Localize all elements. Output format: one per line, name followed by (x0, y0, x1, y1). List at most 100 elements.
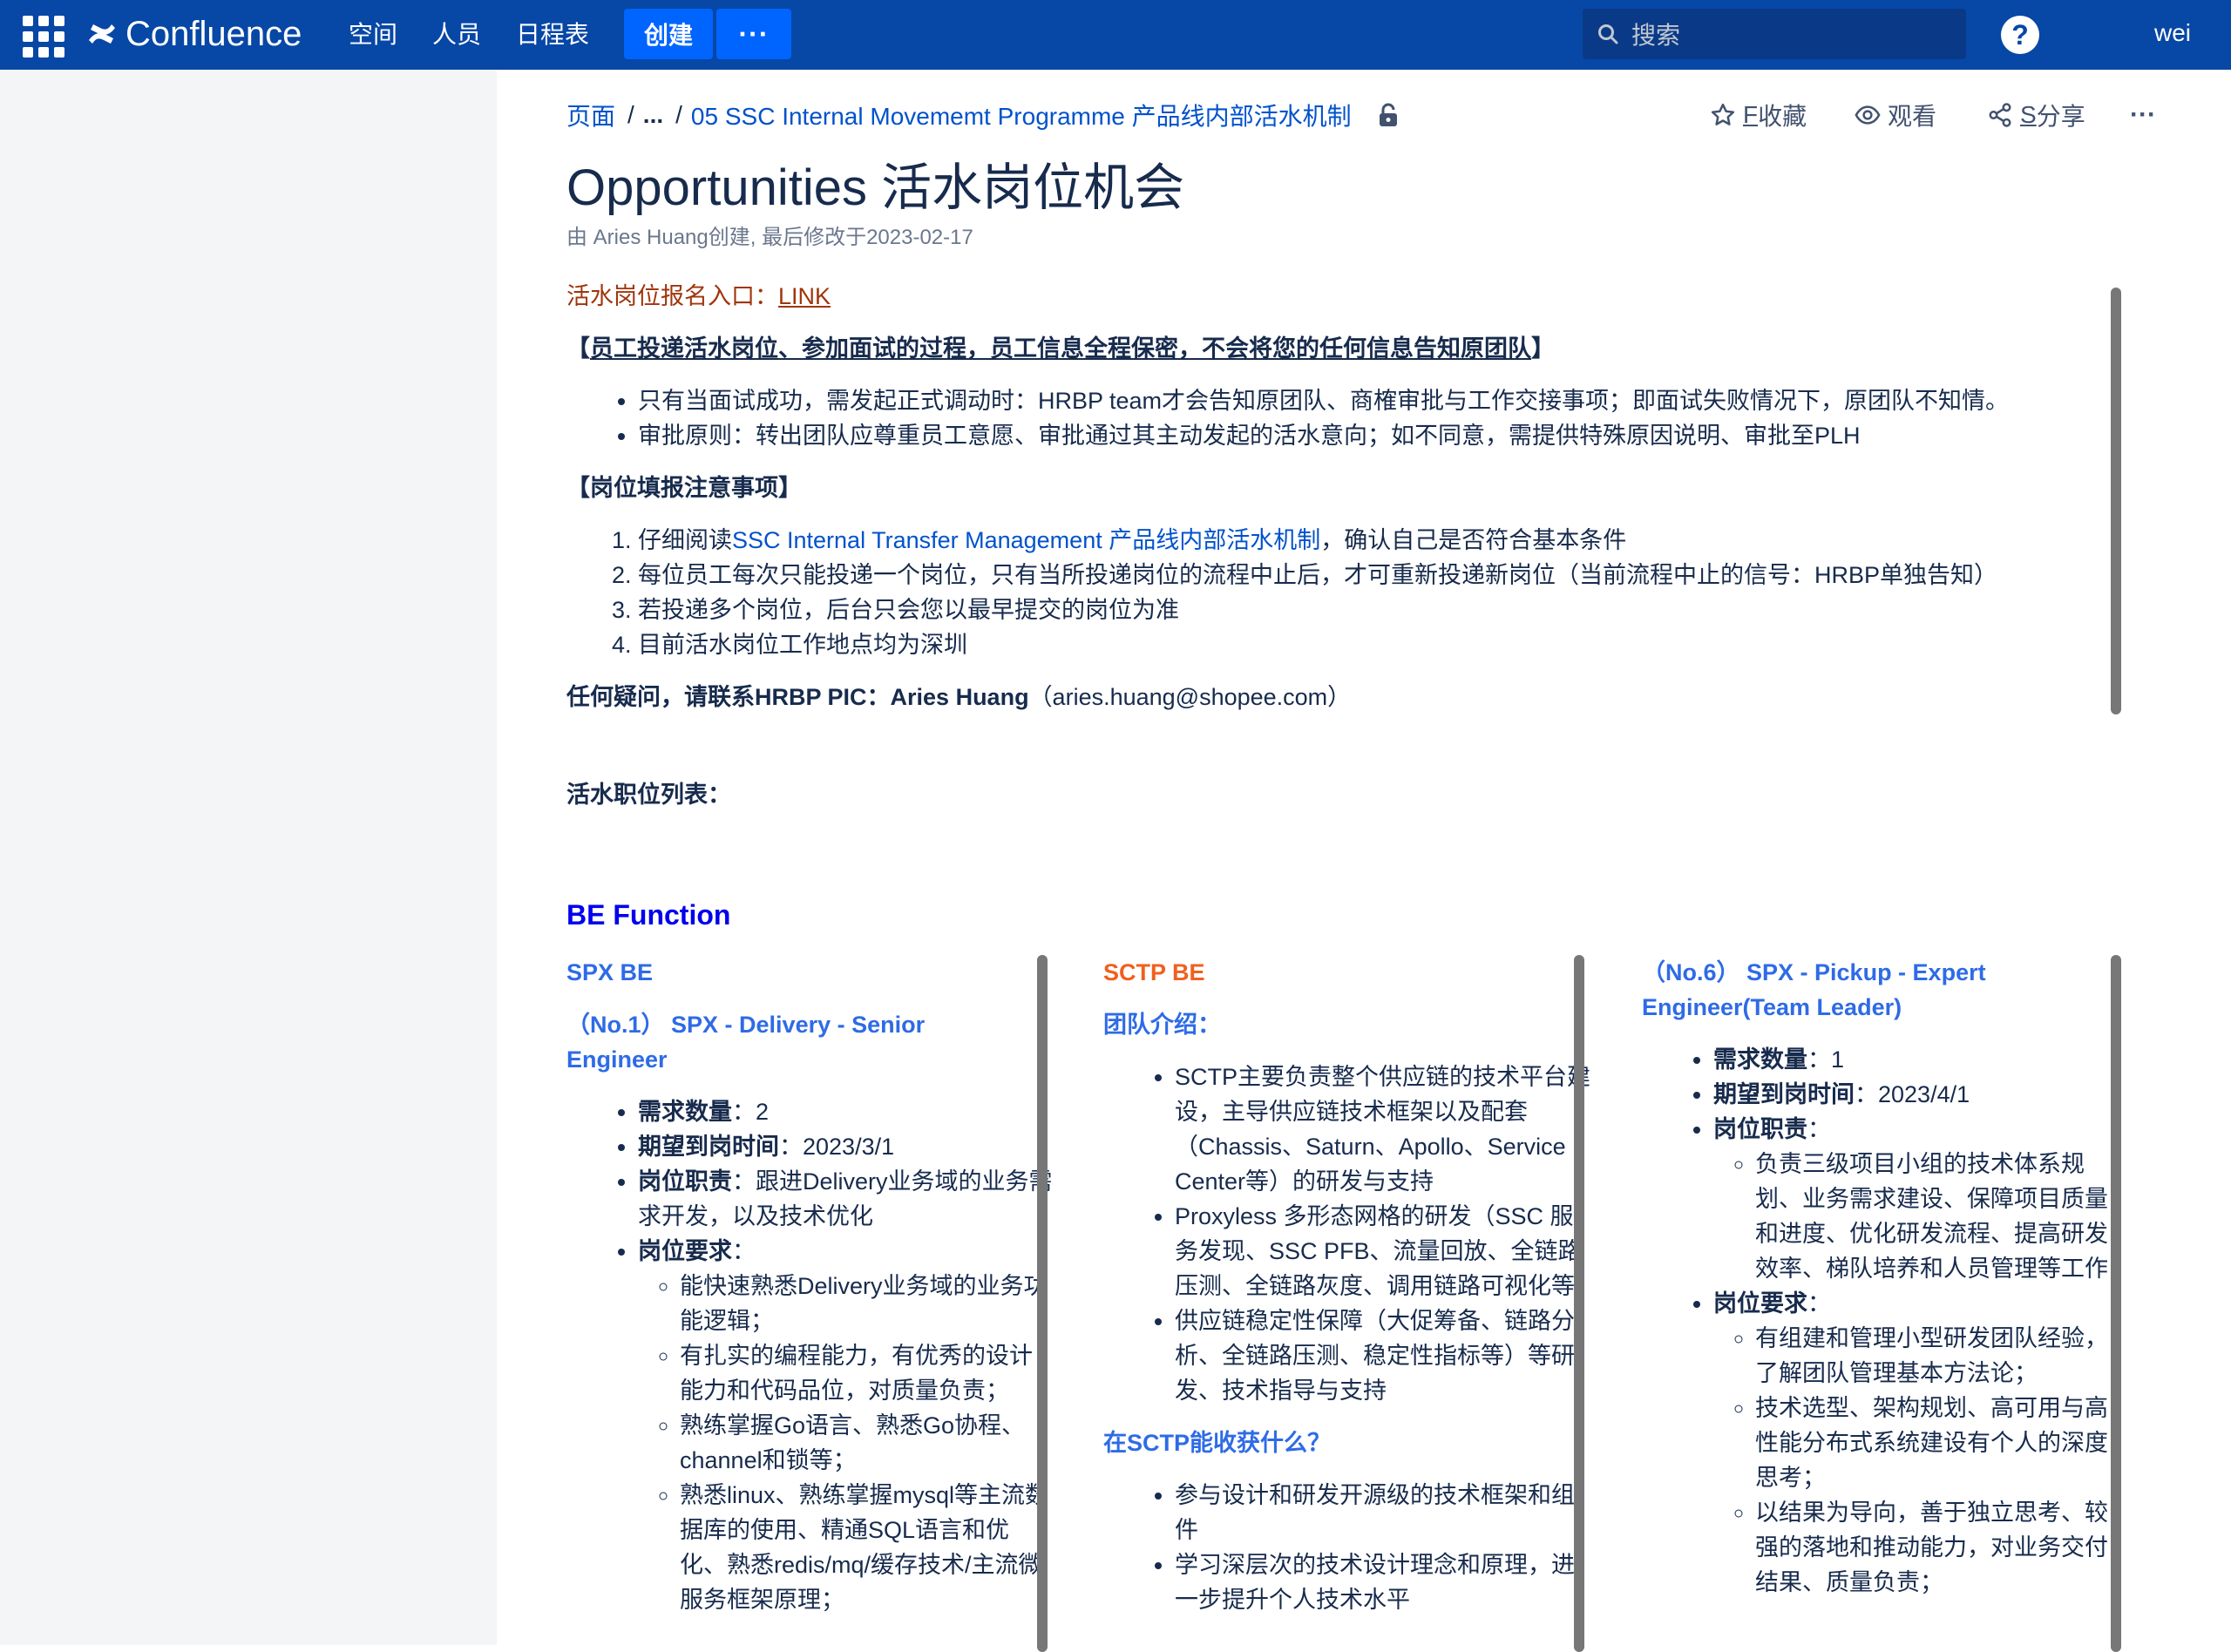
watch-button[interactable]: 观看 (1855, 96, 1936, 134)
team-intro-heading: 团队介绍： (1103, 1012, 1221, 1038)
column-sctp-be: SCTP BE 团队介绍： SCTP主要负责整个供应链的技术平台建设，主导供应链… (1103, 955, 1598, 1617)
list-item: 负责三级项目小组的技术体系规划、业务需求建设、保障项目质量和进度、优化研发流程、… (1755, 1147, 2126, 1286)
list-item: 期望到岗时间：2023/3/1 (638, 1129, 1054, 1164)
star-button[interactable]: F 收藏 (1710, 96, 1807, 134)
privacy-open-bracket: 【 (566, 335, 590, 362)
nav-calendar[interactable]: 日程表 (516, 0, 589, 70)
notes-heading: 【岗位填报注意事项】 (566, 475, 802, 501)
detail-value: ： (1807, 1290, 1831, 1317)
list-item: 岗位要求： 有组建和管理小型研发团队经验，了解团队管理基本方法论； 技术选型、架… (1713, 1286, 2126, 1600)
list-item: 技术选型、架构规划、高可用与高性能分布式系统建设有个人的深度思考； (1755, 1391, 2126, 1495)
share-icon (1989, 103, 2011, 127)
contact-bold: 任何疑问，请联系HRBP PIC：Aries Huang (566, 684, 1029, 710)
detail-label: 岗位要求 (638, 1238, 732, 1264)
search-icon (1598, 24, 1618, 44)
gain-list: 参与设计和研发开源级的技术框架和组件 学习深层次的技术设计理念和原理，进一步提升… (1103, 1478, 1591, 1617)
column-heading: SPX BE (566, 959, 654, 985)
list-item: 审批原则：转出团队应尊重员工意愿、审批通过其主动发起的活水意向；如不同意，需提供… (638, 418, 2126, 453)
job-title: （No.1） SPX - Delivery - Senior Engineer (566, 1007, 1054, 1077)
privacy-close-bracket: 】 (1531, 335, 1555, 362)
search-placeholder: 搜索 (1631, 22, 1681, 49)
be-function-heading: BE Function (566, 899, 731, 931)
notes-1-post: ，确认自己是否符合基本条件 (1320, 527, 1627, 553)
more-actions-button[interactable]: ··· (2130, 96, 2156, 134)
breadcrumb-separator: / (627, 101, 634, 128)
detail-label: 期望到岗时间 (1713, 1081, 1855, 1107)
breadcrumb-separator: / (675, 101, 682, 128)
confluence-logo[interactable]: Confluence (87, 12, 302, 56)
list-item: 需求数量：1 (1713, 1042, 2126, 1077)
page-title: Opportunities 活水岗位机会 (566, 159, 1185, 216)
list-item: 若投递多个岗位，后台只会您以最早提交的岗位为准 (638, 592, 2126, 627)
confluence-logo-icon (89, 24, 115, 44)
list-item: 每位员工每次只能投递一个岗位，只有当所投递岗位的流程中止后，才可重新投递新岗位（… (638, 558, 2126, 592)
duties-list: 负责三级项目小组的技术体系规划、业务需求建设、保障项目质量和进度、优化研发流程、… (1713, 1147, 2126, 1286)
list-item: 仔细阅读SSC Internal Transfer Management 产品线… (638, 523, 2126, 558)
signup-link[interactable]: LINK (778, 283, 831, 309)
list-item: 以结果为导向，善于独立思考、较强的落地和推动能力，对业务交付结果、质量负责； (1755, 1495, 2126, 1600)
sidebar (0, 70, 497, 1645)
contact-line: 任何疑问，请联系HRBP PIC：Aries Huang（aries.huang… (566, 680, 2126, 714)
breadcrumb-pages[interactable]: 页面 (566, 98, 615, 132)
transfer-policy-link[interactable]: SSC Internal Transfer Management 产品线内部活水… (732, 527, 1320, 553)
detail-value: ： (732, 1238, 756, 1264)
job-list-heading: 活水职位列表： (566, 782, 731, 808)
list-item: 岗位职责： 负责三级项目小组的技术体系规划、业务需求建设、保障项目质量和进度、优… (1713, 1112, 2126, 1286)
column-scrollbar[interactable] (1037, 955, 1048, 1652)
watch-label: 观看 (1888, 103, 1937, 130)
top-navigation: Confluence 空间 人员 日程表 创建 ··· 搜索 ? wei (0, 0, 2231, 70)
nav-people[interactable]: 人员 (432, 0, 481, 70)
notes-list: 仔细阅读SSC Internal Transfer Management 产品线… (566, 523, 2126, 662)
detail-value: ：2023/3/1 (779, 1134, 895, 1160)
column-scrollbar[interactable] (2111, 955, 2121, 1652)
breadcrumb-parent[interactable]: 05 SSC Internal Movememt Programme 产品线内部… (691, 98, 1352, 132)
content-scrollbar[interactable] (2111, 288, 2121, 714)
requirements-list: 有组建和管理小型研发团队经验，了解团队管理基本方法论； 技术选型、架构规划、高可… (1713, 1321, 2126, 1600)
job-details: 需求数量：1 期望到岗时间：2023/4/1 岗位职责： 负责三级项目小组的技术… (1642, 1042, 2126, 1600)
list-item: SCTP主要负责整个供应链的技术平台建设，主导供应链技术框架以及配套（Chass… (1175, 1060, 1591, 1199)
list-item: 目前活水岗位工作地点均为深圳 (638, 627, 2126, 662)
team-intro-list: SCTP主要负责整个供应链的技术平台建设，主导供应链技术框架以及配套（Chass… (1103, 1060, 1598, 1408)
list-item: Proxyless 多形态网格的研发（SSC 服务发现、SSC PFB、流量回放… (1175, 1199, 1598, 1303)
breadcrumb: 页面 / ... / 05 SSC Internal Movememt Prog… (566, 98, 1399, 132)
share-label: 分享 (2036, 103, 2085, 130)
list-item: 岗位职责：跟进Delivery业务域的业务需求开发，以及技术优化 (638, 1164, 1054, 1234)
unlock-icon[interactable] (1378, 103, 1399, 127)
column-heading: SCTP BE (1103, 959, 1205, 985)
help-icon[interactable]: ? (2001, 16, 2039, 54)
create-button[interactable]: 创建 (624, 9, 713, 59)
page-content: 活水岗位报名入口：LINK 【员工投递活水岗位、参加面试的过程，员工信息全程保密… (566, 279, 2126, 812)
detail-value: ：2 (732, 1099, 770, 1125)
list-item: 熟练掌握Go语言、熟悉Go协程、channel和锁等； (680, 1408, 1054, 1478)
list-item: 学习深层次的技术设计理念和原理，进一步提升个人技术水平 (1175, 1547, 1591, 1617)
breadcrumb-ellipsis[interactable]: ... (643, 101, 663, 129)
column-spx-be: SPX BE （No.1） SPX - Delivery - Senior En… (566, 955, 1054, 1617)
list-item: 参与设计和研发开源级的技术框架和组件 (1175, 1478, 1591, 1547)
list-item: 熟悉linux、熟练掌握mysql等主流数据库的使用、精通SQL语言和优化、熟悉… (680, 1478, 1054, 1617)
detail-value: ： (1807, 1116, 1831, 1142)
eye-icon (1855, 105, 1881, 125)
column-scrollbar[interactable] (1574, 955, 1584, 1652)
user-menu[interactable]: wei (2154, 0, 2231, 70)
nav-spaces[interactable]: 空间 (349, 0, 397, 70)
notes-1-pre: 仔细阅读 (638, 527, 732, 553)
list-item: 能快速熟悉Delivery业务域的业务功能逻辑； (680, 1269, 1054, 1338)
privacy-statement: 【员工投递活水岗位、参加面试的过程，员工信息全程保密，不会将您的任何信息告知原团… (566, 331, 2126, 366)
list-item: 岗位要求： 能快速熟悉Delivery业务域的业务功能逻辑； 有扎实的编程能力，… (638, 1234, 1054, 1617)
create-more-button[interactable]: ··· (716, 9, 791, 59)
job-title-line: （No.1） SPX - Delivery - Senior (566, 1012, 926, 1038)
app-switcher-icon[interactable] (23, 16, 64, 58)
privacy-list: 只有当面试成功，需发起正式调动时：HRBP team才会告知原团队、商榷审批与工… (566, 383, 2126, 453)
star-label: 收藏 (1758, 103, 1807, 130)
privacy-text: 员工投递活水岗位、参加面试的过程，员工信息全程保密，不会将您的任何信息告知原团队 (590, 335, 1531, 362)
share-button[interactable]: S 分享 (1987, 96, 2085, 134)
search-input[interactable]: 搜索 (1583, 9, 1966, 59)
list-item: 期望到岗时间：2023/4/1 (1713, 1077, 2126, 1112)
star-icon (1711, 103, 1735, 125)
list-item: 有扎实的编程能力，有优秀的设计能力和代码品位，对质量负责； (680, 1338, 1054, 1408)
detail-label: 岗位职责 (638, 1168, 732, 1195)
job-title: （No.6） SPX - Pickup - Expert Engineer(Te… (1642, 959, 1986, 1020)
list-item: 只有当面试成功，需发起正式调动时：HRBP team才会告知原团队、商榷审批与工… (638, 383, 2126, 418)
requirements-list: 能快速熟悉Delivery业务域的业务功能逻辑； 有扎实的编程能力，有优秀的设计… (638, 1269, 1054, 1617)
detail-label: 岗位要求 (1713, 1290, 1807, 1317)
